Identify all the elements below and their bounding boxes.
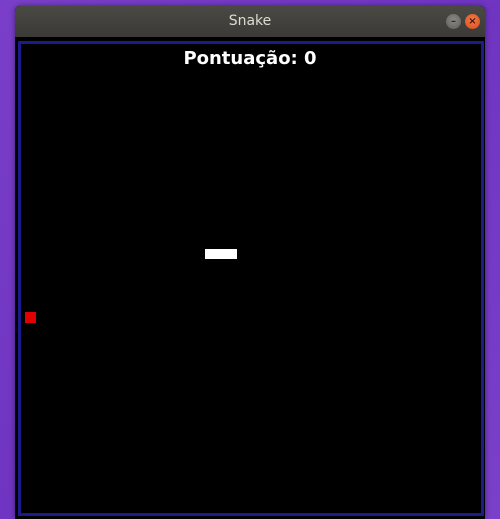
window-title: Snake bbox=[228, 13, 272, 29]
minimize-icon: – bbox=[451, 16, 456, 27]
game-canvas[interactable]: Pontuação: 0 bbox=[15, 37, 485, 519]
play-field-border bbox=[18, 41, 484, 516]
close-icon: × bbox=[468, 16, 477, 27]
close-button[interactable]: × bbox=[465, 14, 480, 29]
game-window: Snake – × Pontuação: 0 bbox=[15, 6, 485, 519]
minimize-button[interactable]: – bbox=[446, 14, 461, 29]
food-item bbox=[25, 312, 36, 323]
score-label: Pontuação: 0 bbox=[183, 48, 317, 69]
snake-body bbox=[205, 249, 237, 259]
title-bar[interactable]: Snake – × bbox=[15, 6, 485, 37]
